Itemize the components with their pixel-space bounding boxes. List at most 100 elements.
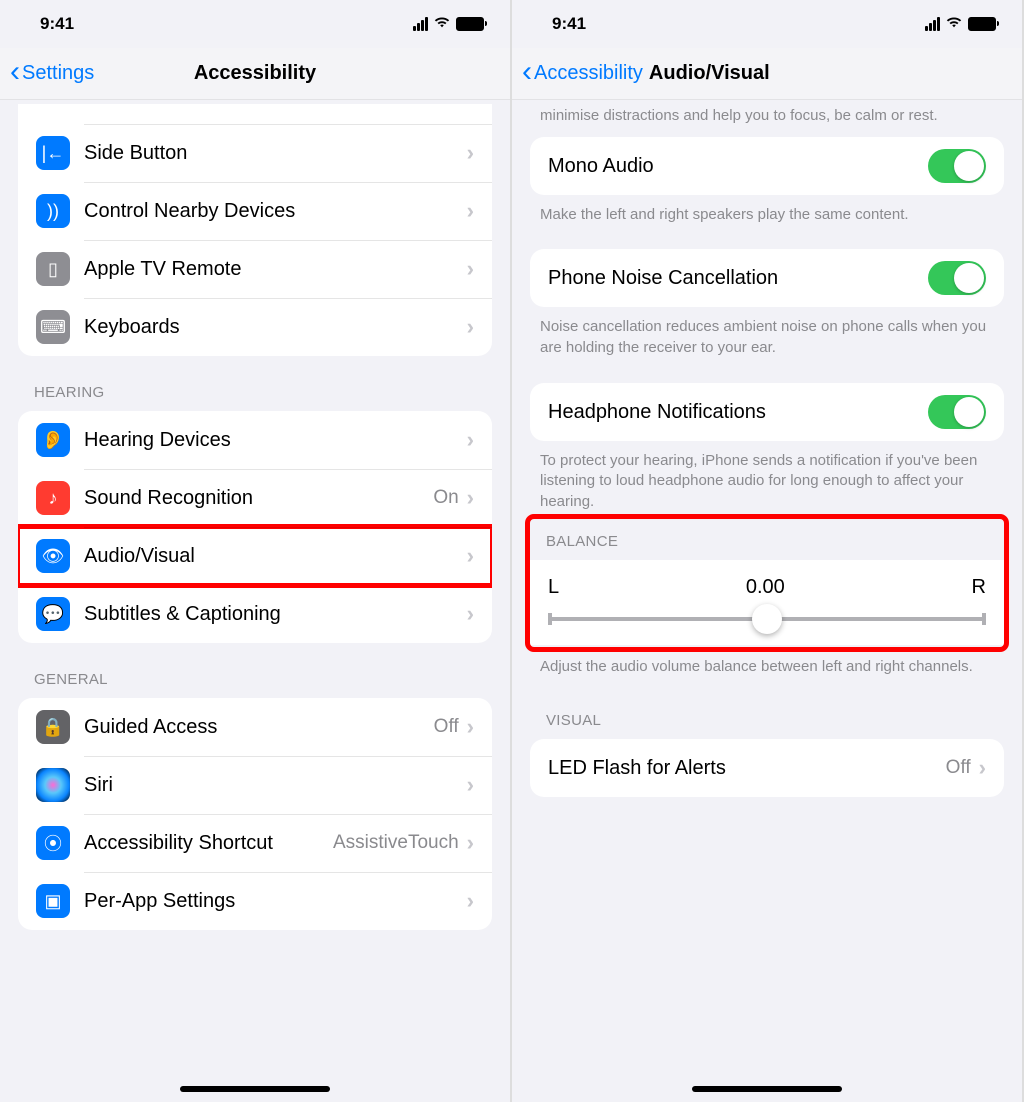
balance-readout: L 0.00 R: [548, 576, 986, 599]
row-detail: Off: [434, 716, 459, 738]
settings-list[interactable]: |← Side Button › )) Control Nearby Devic…: [0, 100, 510, 1102]
row-hearing-devices[interactable]: 👂 Hearing Devices ›: [18, 411, 492, 469]
row-label: Per-App Settings: [84, 889, 467, 913]
row-label: Guided Access: [84, 715, 434, 739]
balance-value: 0.00: [746, 576, 785, 599]
balance-footer: Adjust the audio volume balance between …: [512, 647, 1022, 684]
general-group: 🔒 Guided Access Off › Siri › ⦿ Accessibi…: [18, 698, 492, 930]
mono-audio-group: Mono Audio: [530, 137, 1004, 195]
tv-remote-icon: ▯: [36, 252, 70, 286]
row-label: Control Nearby Devices: [84, 199, 467, 223]
chevron-right-icon: ›: [467, 140, 474, 166]
row-audio-visual[interactable]: 👁 Audio/Visual ›: [18, 527, 492, 585]
home-indicator[interactable]: [692, 1086, 842, 1092]
row-detail: Off: [946, 757, 971, 779]
row-side-button[interactable]: |← Side Button ›: [18, 124, 492, 182]
battery-icon: [968, 17, 996, 31]
physical-group: |← Side Button › )) Control Nearby Devic…: [18, 104, 492, 356]
mono-audio-toggle[interactable]: [928, 149, 986, 183]
slider-thumb[interactable]: [752, 604, 782, 634]
home-indicator[interactable]: [180, 1086, 330, 1092]
nav-bar: ‹ Accessibility Audio/Visual: [512, 48, 1022, 100]
chevron-right-icon: ›: [467, 830, 474, 856]
phone-accessibility: 9:41 ‹ Settings Accessibility |← Side Bu…: [0, 0, 512, 1102]
wifi-icon: [433, 14, 451, 34]
row-headphone-notif[interactable]: Headphone Notifications: [530, 383, 1004, 441]
intro-footer: minimise distractions and help you to fo…: [512, 100, 1022, 137]
chevron-right-icon: ›: [467, 601, 474, 627]
back-button[interactable]: ‹ Accessibility: [522, 61, 643, 87]
row-noise-cancel[interactable]: Phone Noise Cancellation: [530, 249, 1004, 307]
row-label: Subtitles & Captioning: [84, 602, 467, 626]
row-control-nearby[interactable]: )) Control Nearby Devices ›: [18, 182, 492, 240]
row-detail: AssistiveTouch: [333, 832, 459, 854]
general-header: GENERAL: [0, 643, 510, 698]
chevron-right-icon: ›: [467, 256, 474, 282]
status-icons: [413, 14, 484, 34]
row-label: Audio/Visual: [84, 544, 467, 568]
lock-icon: 🔒: [36, 710, 70, 744]
sound-icon: ♪: [36, 481, 70, 515]
noise-cancel-toggle[interactable]: [928, 261, 986, 295]
row-detail: On: [433, 487, 458, 509]
balance-card: L 0.00 R: [530, 560, 1004, 645]
headphone-notif-toggle[interactable]: [928, 395, 986, 429]
row-label: LED Flash for Alerts: [548, 756, 946, 780]
chevron-right-icon: ›: [467, 543, 474, 569]
balance-section: BALANCE L 0.00 R: [530, 519, 1004, 647]
nearby-devices-icon: )): [36, 194, 70, 228]
headphone-notif-group: Headphone Notifications: [530, 383, 1004, 441]
row-keyboards[interactable]: ⌨ Keyboards ›: [18, 298, 492, 356]
audio-visual-icon: 👁: [36, 539, 70, 573]
row-label: Accessibility Shortcut: [84, 831, 333, 855]
back-button[interactable]: ‹ Settings: [10, 61, 94, 87]
visual-group: LED Flash for Alerts Off ›: [530, 739, 1004, 797]
siri-icon: [36, 768, 70, 802]
row-siri[interactable]: Siri ›: [18, 756, 492, 814]
chevron-right-icon: ›: [467, 888, 474, 914]
row-mono-audio[interactable]: Mono Audio: [530, 137, 1004, 195]
settings-list[interactable]: minimise distractions and help you to fo…: [512, 100, 1022, 1102]
row-label: Phone Noise Cancellation: [548, 266, 928, 290]
headphone-notif-footer: To protect your hearing, iPhone sends a …: [512, 441, 1022, 519]
row-apple-tv-remote[interactable]: ▯ Apple TV Remote ›: [18, 240, 492, 298]
status-time: 9:41: [552, 14, 586, 34]
hearing-group: 👂 Hearing Devices › ♪ Sound Recognition …: [18, 411, 492, 643]
row-led-flash[interactable]: LED Flash for Alerts Off ›: [530, 739, 1004, 797]
page-title: Audio/Visual: [649, 62, 770, 85]
ear-icon: 👂: [36, 423, 70, 457]
row-accessibility-shortcut[interactable]: ⦿ Accessibility Shortcut AssistiveTouch …: [18, 814, 492, 872]
row-label: Siri: [84, 773, 467, 797]
battery-icon: [456, 17, 484, 31]
balance-slider[interactable]: [548, 617, 986, 621]
row-subtitles[interactable]: 💬 Subtitles & Captioning ›: [18, 585, 492, 643]
per-app-icon: ▣: [36, 884, 70, 918]
row-label: Side Button: [84, 141, 467, 165]
chevron-right-icon: ›: [467, 427, 474, 453]
row-label: Headphone Notifications: [548, 400, 928, 424]
balance-header: BALANCE: [530, 519, 1004, 560]
visual-header: VISUAL: [512, 684, 1022, 739]
status-bar: 9:41: [512, 0, 1022, 48]
balance-left-label: L: [548, 576, 559, 599]
chevron-right-icon: ›: [467, 714, 474, 740]
chevron-right-icon: ›: [979, 755, 986, 781]
chevron-right-icon: ›: [467, 198, 474, 224]
row-label: Hearing Devices: [84, 428, 467, 452]
row-label: Sound Recognition: [84, 486, 433, 510]
row-per-app-settings[interactable]: ▣ Per-App Settings ›: [18, 872, 492, 930]
cellular-signal-icon: [925, 17, 940, 31]
row-partial-top: [18, 104, 492, 124]
noise-cancellation-group: Phone Noise Cancellation: [530, 249, 1004, 307]
chevron-right-icon: ›: [467, 314, 474, 340]
side-button-icon: |←: [36, 136, 70, 170]
back-label: Settings: [22, 62, 94, 85]
chevron-left-icon: ‹: [522, 57, 532, 87]
chevron-right-icon: ›: [467, 772, 474, 798]
row-sound-recognition[interactable]: ♪ Sound Recognition On ›: [18, 469, 492, 527]
status-time: 9:41: [40, 14, 74, 34]
phone-audio-visual: 9:41 ‹ Accessibility Audio/Visual minimi…: [512, 0, 1024, 1102]
balance-right-label: R: [972, 576, 986, 599]
row-guided-access[interactable]: 🔒 Guided Access Off ›: [18, 698, 492, 756]
mono-audio-footer: Make the left and right speakers play th…: [512, 195, 1022, 232]
